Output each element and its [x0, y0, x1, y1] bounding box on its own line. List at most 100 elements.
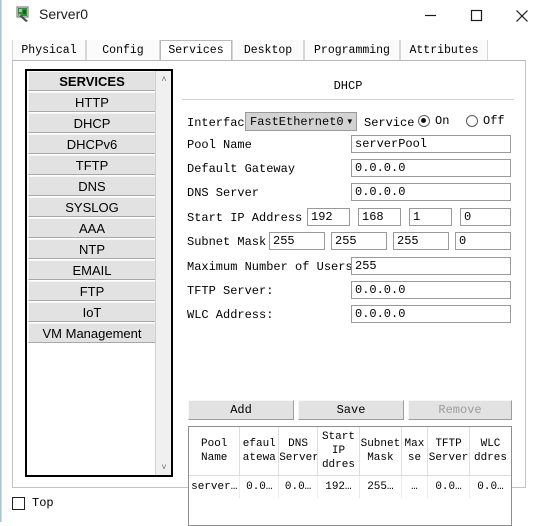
dns-server-label: DNS Server — [187, 186, 260, 200]
tab-programming[interactable]: Programming — [304, 40, 400, 60]
start-ip-octet-3[interactable] — [409, 208, 452, 226]
table-cell: 0.0… — [239, 475, 280, 498]
sidebar-item-label: DHCP — [73, 115, 111, 131]
close-button[interactable] — [499, 0, 539, 31]
table-cell: 0.0… — [477, 481, 504, 493]
table-body: server… 0.0… 0.0… 192… 255…… 0.0… 0.0… — [189, 475, 511, 498]
table-column-header[interactable]: Subnet Mask — [359, 427, 402, 476]
pool-name-input[interactable] — [351, 135, 511, 153]
top-checkbox[interactable] — [12, 496, 25, 510]
scroll-up-arrow-icon[interactable]: ˄ — [156, 71, 172, 87]
sidebar-item-label: TFTP — [75, 157, 109, 173]
tab-bar: Physical Config Services Desktop Programming… — [12, 40, 526, 60]
sidebar-item-services: SERVICES — [28, 71, 156, 91]
sidebar-item-dns[interactable]: DNS — [28, 176, 156, 196]
table-cell: 0.0… — [427, 475, 470, 498]
tab-label: Attributes — [409, 43, 479, 57]
sidebar-item-label: HTTP — [75, 94, 109, 110]
title-divider — [182, 99, 514, 100]
top-checkbox-label: Top — [32, 496, 54, 510]
table-cell: 255… — [359, 475, 402, 498]
subnet-mask-octet-4[interactable] — [455, 232, 511, 250]
scroll-down-arrow-icon[interactable]: ˅ — [156, 459, 172, 475]
sidebar-item-http[interactable]: HTTP — [28, 92, 156, 112]
wlc-address-input[interactable] — [351, 305, 511, 323]
service-on-label: On — [435, 114, 450, 128]
tab-physical[interactable]: Physical — [12, 40, 86, 60]
radio-on-indicator — [418, 115, 430, 127]
max-users-label: Maximum Number of Users : — [187, 260, 368, 274]
table-cell: 0.0… — [278, 475, 318, 498]
dns-server-input[interactable] — [351, 183, 511, 201]
tab-attributes[interactable]: Attributes — [400, 40, 488, 60]
table-cell: server… — [189, 475, 241, 498]
service-off-radio[interactable]: Off — [466, 114, 505, 128]
table-column-header[interactable]: TFTP Server — [427, 427, 470, 476]
title-bar: Server0 — [3, 0, 539, 31]
subnet-mask-octet-2[interactable] — [331, 232, 387, 250]
sidebar-item-label: FTP — [79, 283, 105, 299]
maximize-button[interactable] — [453, 0, 499, 31]
service-on-radio[interactable]: On — [418, 114, 449, 128]
sidebar-item-label: AAA — [78, 220, 105, 236]
sidebar-item-vm-management[interactable]: VM Management — [28, 323, 156, 343]
sidebar-item-aaa[interactable]: AAA — [28, 218, 156, 238]
sidebar-item-dhcpv6[interactable]: DHCPv6 — [28, 134, 156, 154]
dhcp-form: DHCP Interface FastEthernet0 ▼ Service O… — [181, 69, 515, 526]
sidebar-item-ftp[interactable]: FTP — [28, 281, 156, 301]
sidebar-item-iot[interactable]: IoT — [28, 302, 156, 322]
sidebar-item-syslog[interactable]: SYSLOG — [28, 197, 156, 217]
add-button[interactable]: Add — [188, 400, 294, 420]
table-column-header[interactable]: DNS Server — [278, 427, 318, 476]
interface-dropdown-value: FastEthernet0 — [250, 114, 344, 129]
services-list: SERVICES HTTP DHCP DHCPv6 TFTP DNS SYSLOG AAA NT… — [27, 71, 157, 475]
table-column-header[interactable]: efaul atewa — [239, 427, 280, 476]
chevron-down-icon: ▼ — [345, 117, 354, 126]
table-column-header[interactable]: Max se — [401, 427, 429, 476]
close-icon — [516, 9, 528, 22]
start-ip-label: Start IP Address : — [187, 211, 317, 225]
minimize-button[interactable] — [407, 0, 453, 31]
services-scrollbar[interactable]: ˄ ˅ — [155, 71, 171, 475]
pool-name-label: Pool Name — [187, 138, 252, 152]
window-title: Server0 — [39, 6, 89, 22]
save-button[interactable]: Save — [298, 400, 404, 420]
max-users-input[interactable] — [351, 257, 511, 275]
radio-off-indicator — [466, 115, 478, 127]
window-left-edge — [0, 0, 3, 522]
tftp-server-input[interactable] — [351, 281, 511, 299]
tab-desktop[interactable]: Desktop — [232, 40, 304, 60]
sidebar-item-email[interactable]: EMAIL — [28, 260, 156, 280]
subnet-mask-octet-3[interactable] — [393, 232, 449, 250]
tab-content-services: SERVICES HTTP DHCP DHCPv6 TFTP DNS SYSLOG AAA NT… — [12, 60, 526, 526]
table-header-row: Pool Name efaul atewa DNS Server Start IP ddres S… — [189, 427, 511, 476]
table-column-header[interactable]: WLC ddres — [469, 427, 511, 476]
services-sidebar: SERVICES HTTP DHCP DHCPv6 TFTP DNS SYSLOG AAA NT… — [25, 69, 173, 477]
sidebar-item-label: VM Management — [42, 325, 142, 341]
tab-services[interactable]: Services — [160, 40, 232, 60]
tab-label: Physical — [21, 43, 77, 57]
tab-config[interactable]: Config — [86, 40, 160, 60]
subnet-mask-octet-1[interactable] — [269, 232, 325, 250]
top-checkbox-row[interactable]: Top — [12, 496, 54, 510]
server-app-icon — [15, 5, 33, 23]
maximize-icon — [470, 9, 482, 22]
sidebar-item-label: IoT — [82, 304, 102, 320]
subnet-mask-label: Subnet Mask: — [187, 235, 274, 249]
table-row[interactable]: server… 0.0… 0.0… 192… 255…… 0.0… 0.0… — [189, 475, 511, 498]
sidebar-item-ntp[interactable]: NTP — [28, 239, 156, 259]
start-ip-octet-2[interactable] — [358, 208, 401, 226]
remove-button[interactable]: Remove — [408, 400, 512, 420]
interface-dropdown[interactable]: FastEthernet0 ▼ — [245, 112, 357, 131]
sidebar-item-label: DNS — [78, 178, 106, 194]
default-gateway-input[interactable] — [351, 159, 511, 177]
table-column-header[interactable]: Pool Name — [189, 427, 241, 476]
tab-label: Programming — [314, 43, 390, 57]
service-label: Service — [364, 116, 415, 130]
sidebar-item-dhcp[interactable]: DHCP — [28, 113, 156, 133]
table-column-header[interactable]: Start IP ddres — [317, 427, 360, 476]
start-ip-octet-4[interactable] — [460, 208, 511, 226]
dhcp-pool-table[interactable]: Pool Name efaul atewa DNS Server Start IP ddres S… — [188, 426, 512, 526]
start-ip-octet-1[interactable] — [307, 208, 350, 226]
sidebar-item-tftp[interactable]: TFTP — [28, 155, 156, 175]
